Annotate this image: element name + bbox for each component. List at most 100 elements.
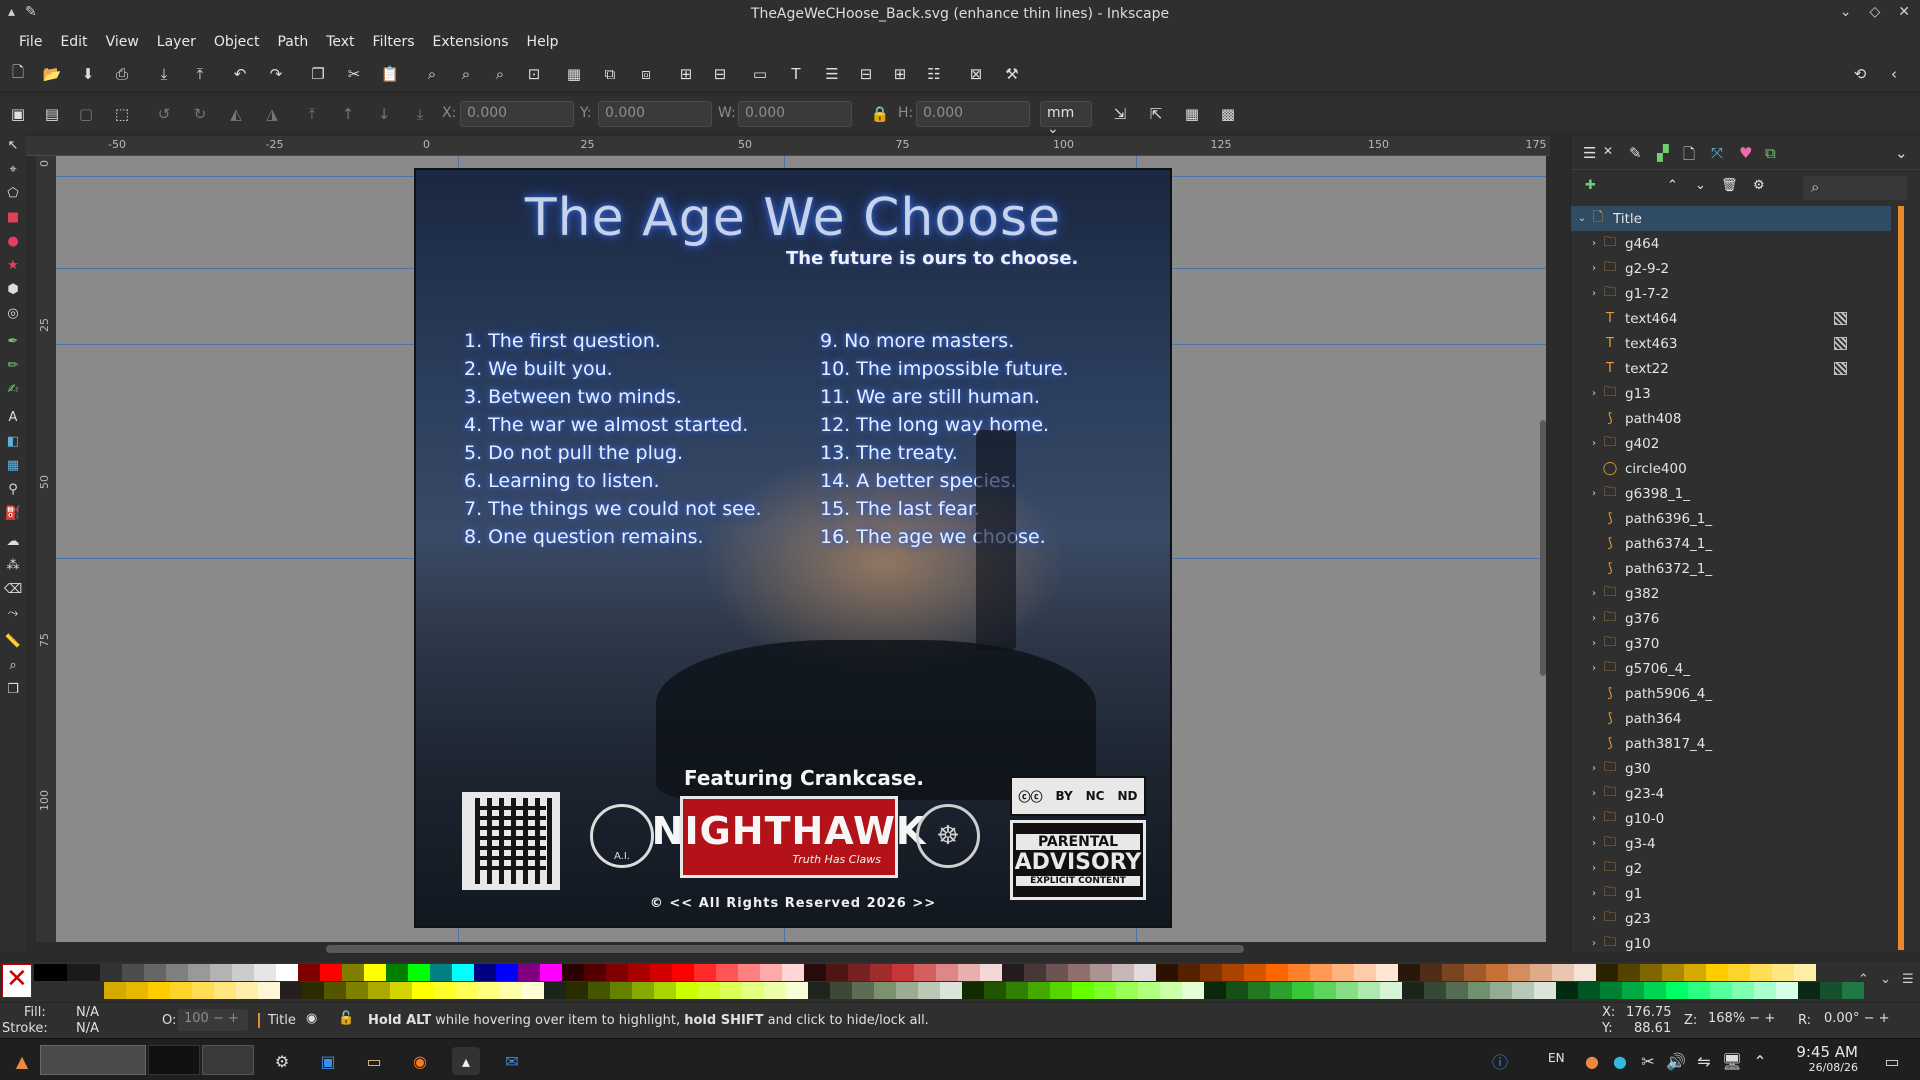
- color-swatch[interactable]: [760, 964, 782, 981]
- color-swatch[interactable]: [1728, 964, 1750, 981]
- expand-arrow-icon[interactable]: ›: [1587, 263, 1601, 274]
- clock-date[interactable]: 26/08/26: [1778, 1061, 1858, 1074]
- palette-menu-icon[interactable]: ☰: [1902, 972, 1914, 987]
- color-swatch[interactable]: [1534, 982, 1556, 999]
- poster-title[interactable]: The Age We Choose: [416, 188, 1170, 248]
- color-swatch[interactable]: [1050, 982, 1072, 999]
- ellipse-tool-icon[interactable]: ●: [4, 232, 22, 250]
- layer-row[interactable]: › 🗀 g5706_4_: [1571, 656, 1891, 681]
- scale-corners-icon[interactable]: ⇱: [1142, 100, 1170, 128]
- color-swatch[interactable]: [874, 982, 896, 999]
- layer-row[interactable]: › 🗀 g1-7-2: [1571, 281, 1891, 306]
- color-swatch[interactable]: [1556, 982, 1578, 999]
- color-swatch[interactable]: [166, 964, 188, 981]
- color-swatch[interactable]: [588, 982, 610, 999]
- color-swatch[interactable]: [276, 964, 298, 981]
- tray-app-icon[interactable]: ●: [1578, 1047, 1606, 1075]
- color-swatch[interactable]: [892, 964, 914, 981]
- color-swatch[interactable]: [1424, 982, 1446, 999]
- expand-arrow-icon[interactable]: ›: [1587, 438, 1601, 449]
- minimize-icon[interactable]: ⌄: [1840, 4, 1852, 20]
- snap-toggle-icon[interactable]: ⟲: [1846, 60, 1874, 88]
- track-item[interactable]: 6. Learning to listen.: [464, 470, 659, 492]
- fill-stroke-icon[interactable]: ⊠: [962, 60, 990, 88]
- zoom-field[interactable]: 168% − +: [1702, 1009, 1788, 1031]
- color-swatch[interactable]: [1490, 982, 1512, 999]
- selector-tool-icon[interactable]: ↖: [4, 136, 22, 154]
- layer-row[interactable]: › 🗀 g30: [1571, 756, 1891, 781]
- color-swatch[interactable]: [1024, 964, 1046, 981]
- w-field[interactable]: 0.000: [738, 101, 852, 127]
- panel-menu-icon[interactable]: ⌄: [1895, 144, 1908, 162]
- color-swatch[interactable]: [1244, 964, 1266, 981]
- align-tab-icon[interactable]: ▞: [1657, 144, 1669, 162]
- color-swatch[interactable]: [676, 982, 698, 999]
- color-swatch[interactable]: [456, 982, 478, 999]
- color-swatch[interactable]: [430, 964, 452, 981]
- text-icon[interactable]: T: [782, 60, 810, 88]
- fill-value[interactable]: N/A: [76, 1005, 99, 1020]
- palette-scroll-down-icon[interactable]: ⌄: [1880, 972, 1891, 987]
- color-swatch[interactable]: [1112, 964, 1134, 981]
- lower-bottom-icon[interactable]: ⤓: [406, 100, 434, 128]
- settings-app-icon[interactable]: ⚙: [268, 1047, 296, 1075]
- color-swatch[interactable]: [390, 982, 412, 999]
- layer-row[interactable]: › 🗀 g6398_1_: [1571, 481, 1891, 506]
- color-swatch[interactable]: [980, 964, 1002, 981]
- layers-icon[interactable]: ☰: [818, 60, 846, 88]
- color-swatch[interactable]: [1182, 982, 1204, 999]
- move-patterns-icon[interactable]: ▩: [1214, 100, 1242, 128]
- firefox-app-icon[interactable]: ◉: [406, 1047, 434, 1075]
- select-all-layers-icon[interactable]: ▤: [38, 100, 66, 128]
- thunderbird-app-icon[interactable]: ✉: [498, 1047, 526, 1075]
- expand-arrow-icon[interactable]: ›: [1587, 763, 1601, 774]
- color-swatch[interactable]: [474, 964, 496, 981]
- track-item[interactable]: 7. The things we could not see.: [464, 498, 762, 520]
- color-swatch[interactable]: [386, 964, 408, 981]
- color-swatch[interactable]: [936, 964, 958, 981]
- layers-tab-icon[interactable]: ☰: [1583, 144, 1596, 162]
- color-swatch[interactable]: [544, 982, 566, 999]
- color-swatch[interactable]: [104, 982, 126, 999]
- color-swatch[interactable]: [364, 964, 386, 981]
- color-swatch[interactable]: [1226, 982, 1248, 999]
- tweak-tool-icon[interactable]: ☁: [4, 532, 22, 550]
- current-layer[interactable]: Title: [258, 1013, 296, 1028]
- gradient-tool-icon[interactable]: ◧: [4, 432, 22, 450]
- layer-row[interactable]: Ttext464: [1571, 306, 1891, 331]
- unlink-clone-icon[interactable]: ⧈: [632, 60, 660, 88]
- move-down-icon[interactable]: ⌄: [1695, 178, 1706, 193]
- duplicate-icon[interactable]: ▦: [560, 60, 588, 88]
- transform-icon[interactable]: ⚒: [998, 60, 1026, 88]
- maximize-icon[interactable]: ◇: [1869, 4, 1880, 20]
- calligraphy-tool-icon[interactable]: ✍: [4, 380, 22, 398]
- color-swatch[interactable]: [1376, 964, 1398, 981]
- track-item[interactable]: 5. Do not pull the plug.: [464, 442, 683, 464]
- color-swatch[interactable]: [1094, 982, 1116, 999]
- rotate-cw-icon[interactable]: ↻: [186, 100, 214, 128]
- spiral-tool-icon[interactable]: ◎: [4, 304, 22, 322]
- start-menu-icon[interactable]: ▲: [8, 1047, 36, 1075]
- color-swatch[interactable]: [848, 964, 870, 981]
- color-swatch[interactable]: [1776, 982, 1798, 999]
- layer-row[interactable]: › 🗀 g10-0: [1571, 806, 1891, 831]
- color-swatch[interactable]: [808, 982, 830, 999]
- color-swatch[interactable]: [518, 964, 540, 981]
- align-icon[interactable]: ⊞: [886, 60, 914, 88]
- document-properties-icon[interactable]: ⊟: [852, 60, 880, 88]
- store-app-icon[interactable]: ▣: [314, 1047, 342, 1075]
- layer-row[interactable]: › 🗀 g2: [1571, 856, 1891, 881]
- horizontal-ruler[interactable]: -50 -25 0 25 50 75 100 125 150 175: [26, 136, 1550, 156]
- color-swatch[interactable]: [1266, 964, 1288, 981]
- color-swatch[interactable]: [280, 982, 302, 999]
- lock-ratio-icon[interactable]: 🔒: [866, 100, 894, 128]
- color-swatch[interactable]: [606, 964, 628, 981]
- color-swatch[interactable]: [522, 982, 544, 999]
- color-swatch[interactable]: [1178, 964, 1200, 981]
- color-swatch[interactable]: [1732, 982, 1754, 999]
- color-swatch[interactable]: [1578, 982, 1600, 999]
- undo-icon[interactable]: ↶: [226, 60, 254, 88]
- color-swatch[interactable]: [716, 964, 738, 981]
- volume-icon[interactable]: 🔊: [1662, 1047, 1690, 1075]
- unit-select[interactable]: mm ⌄: [1040, 101, 1092, 137]
